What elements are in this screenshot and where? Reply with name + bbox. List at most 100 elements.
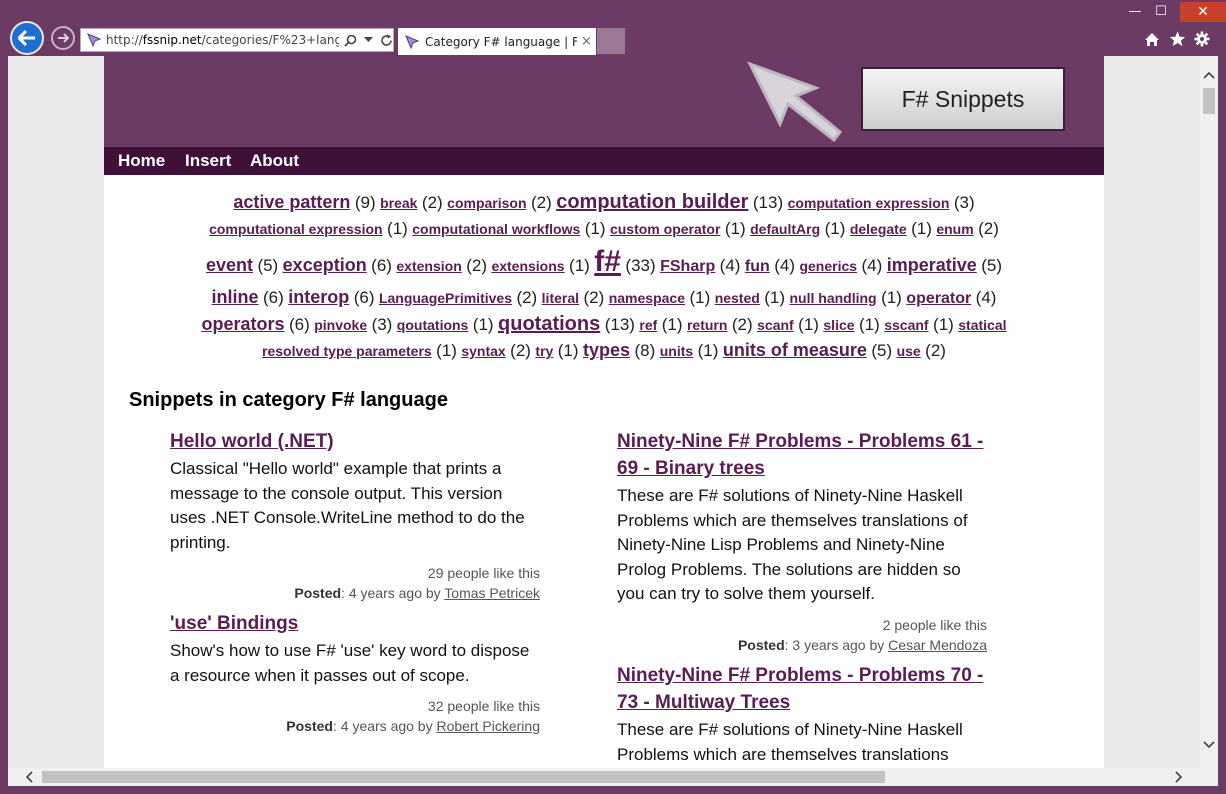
tag-link[interactable]: scanf bbox=[757, 317, 794, 333]
tag-link[interactable]: event bbox=[206, 255, 253, 275]
tag-link[interactable]: interop bbox=[288, 287, 349, 307]
author-link[interactable]: Cesar Mendoza bbox=[888, 637, 987, 653]
tag-link[interactable]: generics bbox=[799, 258, 857, 274]
tag-link[interactable]: namespace bbox=[609, 290, 685, 306]
tag-link[interactable]: fun bbox=[745, 258, 770, 275]
snippet-title-link[interactable]: 'use' Bindings bbox=[170, 610, 540, 637]
nav-home[interactable]: Home bbox=[118, 151, 165, 171]
tag-link[interactable]: slice bbox=[823, 317, 854, 333]
tag-link[interactable]: computation builder bbox=[556, 191, 748, 213]
tag-line: computational expression (1) computation… bbox=[154, 216, 1054, 241]
tag-link[interactable]: imperative bbox=[887, 255, 977, 275]
vertical-scroll-thumb[interactable] bbox=[1203, 88, 1215, 114]
tag-link[interactable]: computational workflows bbox=[412, 221, 580, 237]
tag-link[interactable]: quotations bbox=[498, 313, 600, 335]
tag-link[interactable]: inline bbox=[212, 287, 259, 307]
tag-link[interactable]: LanguagePrimitives bbox=[379, 290, 512, 306]
tag-link[interactable]: defaultArg bbox=[750, 221, 820, 237]
scroll-right-icon[interactable] bbox=[1170, 768, 1188, 786]
settings-gear-icon[interactable] bbox=[1193, 30, 1211, 48]
tag-count: (1) bbox=[798, 315, 819, 334]
tag-link[interactable]: units of measure bbox=[723, 340, 867, 360]
tag-link[interactable]: computation expression bbox=[788, 195, 950, 211]
author-link[interactable]: Robert Pickering bbox=[437, 718, 541, 734]
tag-link[interactable]: pinvoke bbox=[314, 317, 367, 333]
scroll-up-icon[interactable] bbox=[1200, 66, 1218, 84]
author-link[interactable]: Tomas Petricek bbox=[444, 585, 540, 601]
main-menu: Home Insert About bbox=[104, 147, 1104, 175]
horizontal-scrollbar[interactable] bbox=[8, 768, 1200, 786]
tag-link[interactable]: types bbox=[583, 340, 630, 360]
back-button[interactable] bbox=[10, 21, 44, 55]
snippet-title-link[interactable]: Hello world (.NET) bbox=[170, 428, 540, 455]
scroll-left-icon[interactable] bbox=[20, 768, 38, 786]
tag-link[interactable]: FSharp bbox=[660, 258, 715, 275]
tag-link[interactable]: operator bbox=[906, 290, 971, 307]
tab-close-button[interactable]: × bbox=[581, 34, 592, 49]
tag-line: inline (6) interop (6) LanguagePrimitive… bbox=[154, 281, 1054, 310]
nav-about[interactable]: About bbox=[250, 151, 299, 171]
tag-count: (3) bbox=[371, 315, 393, 334]
tag-link[interactable]: delegate bbox=[850, 221, 907, 237]
vertical-scrollbar[interactable] bbox=[1200, 56, 1218, 768]
maximize-button[interactable]: ☐ bbox=[1146, 2, 1176, 22]
refresh-icon[interactable] bbox=[379, 33, 393, 47]
tag-count: (4) bbox=[774, 256, 796, 275]
tag-count: (2) bbox=[466, 256, 487, 275]
tag-link[interactable]: resolved type parameters bbox=[262, 343, 432, 359]
tag-link[interactable]: custom operator bbox=[610, 221, 720, 237]
tag-count: (1) bbox=[584, 219, 606, 238]
tag-count: (5) bbox=[871, 341, 893, 360]
tag-link[interactable]: extension bbox=[396, 258, 461, 274]
address-bar[interactable]: http://fssnip.net/categories/F%23+langua… bbox=[80, 28, 394, 52]
tag-count: (2) bbox=[516, 288, 538, 307]
tag-link[interactable]: literal bbox=[542, 290, 579, 306]
tag-link[interactable]: sscanf bbox=[884, 317, 928, 333]
tag-link[interactable]: operators bbox=[201, 314, 284, 334]
tag-link[interactable]: break bbox=[380, 195, 417, 211]
snippet-title-link[interactable]: Ninety-Nine F# Problems - Problems 61 - … bbox=[617, 428, 987, 482]
dropdown-icon[interactable] bbox=[361, 33, 375, 47]
new-tab-button[interactable] bbox=[597, 28, 625, 54]
tag-count: (13) bbox=[752, 193, 784, 212]
tag-link[interactable]: null handling bbox=[790, 290, 877, 306]
tag-link[interactable]: use bbox=[897, 343, 921, 359]
tag-link[interactable]: nested bbox=[715, 290, 760, 306]
tag-link[interactable]: syntax bbox=[461, 343, 505, 359]
tag-link[interactable]: return bbox=[687, 317, 727, 333]
nav-insert[interactable]: Insert bbox=[185, 151, 231, 171]
close-window-button[interactable]: ✕ bbox=[1180, 2, 1226, 22]
tag-link[interactable]: statical bbox=[958, 317, 1006, 333]
favorites-star-icon[interactable] bbox=[1168, 30, 1186, 48]
tag-link[interactable]: exception bbox=[283, 255, 367, 275]
tag-count: (5) bbox=[257, 256, 279, 275]
tag-link[interactable]: try bbox=[535, 343, 553, 359]
tag-count: (1) bbox=[858, 315, 880, 334]
tag-link[interactable]: qoutations bbox=[397, 317, 469, 333]
tag-link[interactable]: computational expression bbox=[209, 221, 382, 237]
snippet-title-link[interactable]: Ninety-Nine F# Problems - Problems 70 - … bbox=[617, 662, 987, 716]
tag-link[interactable]: comparison bbox=[447, 195, 526, 211]
url-text[interactable]: http://fssnip.net/categories/F%23+langua… bbox=[106, 33, 339, 47]
scroll-down-icon[interactable] bbox=[1200, 736, 1218, 754]
snippet-posted: Posted: 4 years ago by Robert Pickering bbox=[286, 718, 541, 734]
tag-link[interactable]: extensions bbox=[491, 258, 564, 274]
tag-count: (1) bbox=[764, 288, 786, 307]
tab-title: Category F# language | F# ... bbox=[425, 34, 577, 49]
home-icon[interactable] bbox=[1143, 30, 1161, 48]
search-icon[interactable] bbox=[343, 33, 357, 47]
tag-link[interactable]: ref bbox=[639, 317, 657, 333]
horizontal-scroll-thumb[interactable] bbox=[42, 771, 885, 783]
snippet-posted: Posted: 3 years ago by Cesar Mendoza bbox=[737, 636, 987, 653]
tag-link[interactable]: enum bbox=[936, 221, 973, 237]
tag-link[interactable]: units bbox=[660, 343, 693, 359]
tag-link[interactable]: f# bbox=[594, 245, 621, 278]
forward-button[interactable] bbox=[51, 26, 75, 50]
site-logo-button[interactable]: F# Snippets bbox=[861, 67, 1065, 131]
tag-count: (2) bbox=[421, 193, 443, 212]
tag-count: (2) bbox=[583, 288, 605, 307]
tag-link[interactable]: active pattern bbox=[233, 192, 350, 212]
snippet-posted: Posted: 4 years ago by Tomas Petricek bbox=[294, 585, 540, 601]
tab-active[interactable]: Category F# language | F# ... × bbox=[398, 28, 596, 55]
tag-count: (1) bbox=[724, 219, 746, 238]
